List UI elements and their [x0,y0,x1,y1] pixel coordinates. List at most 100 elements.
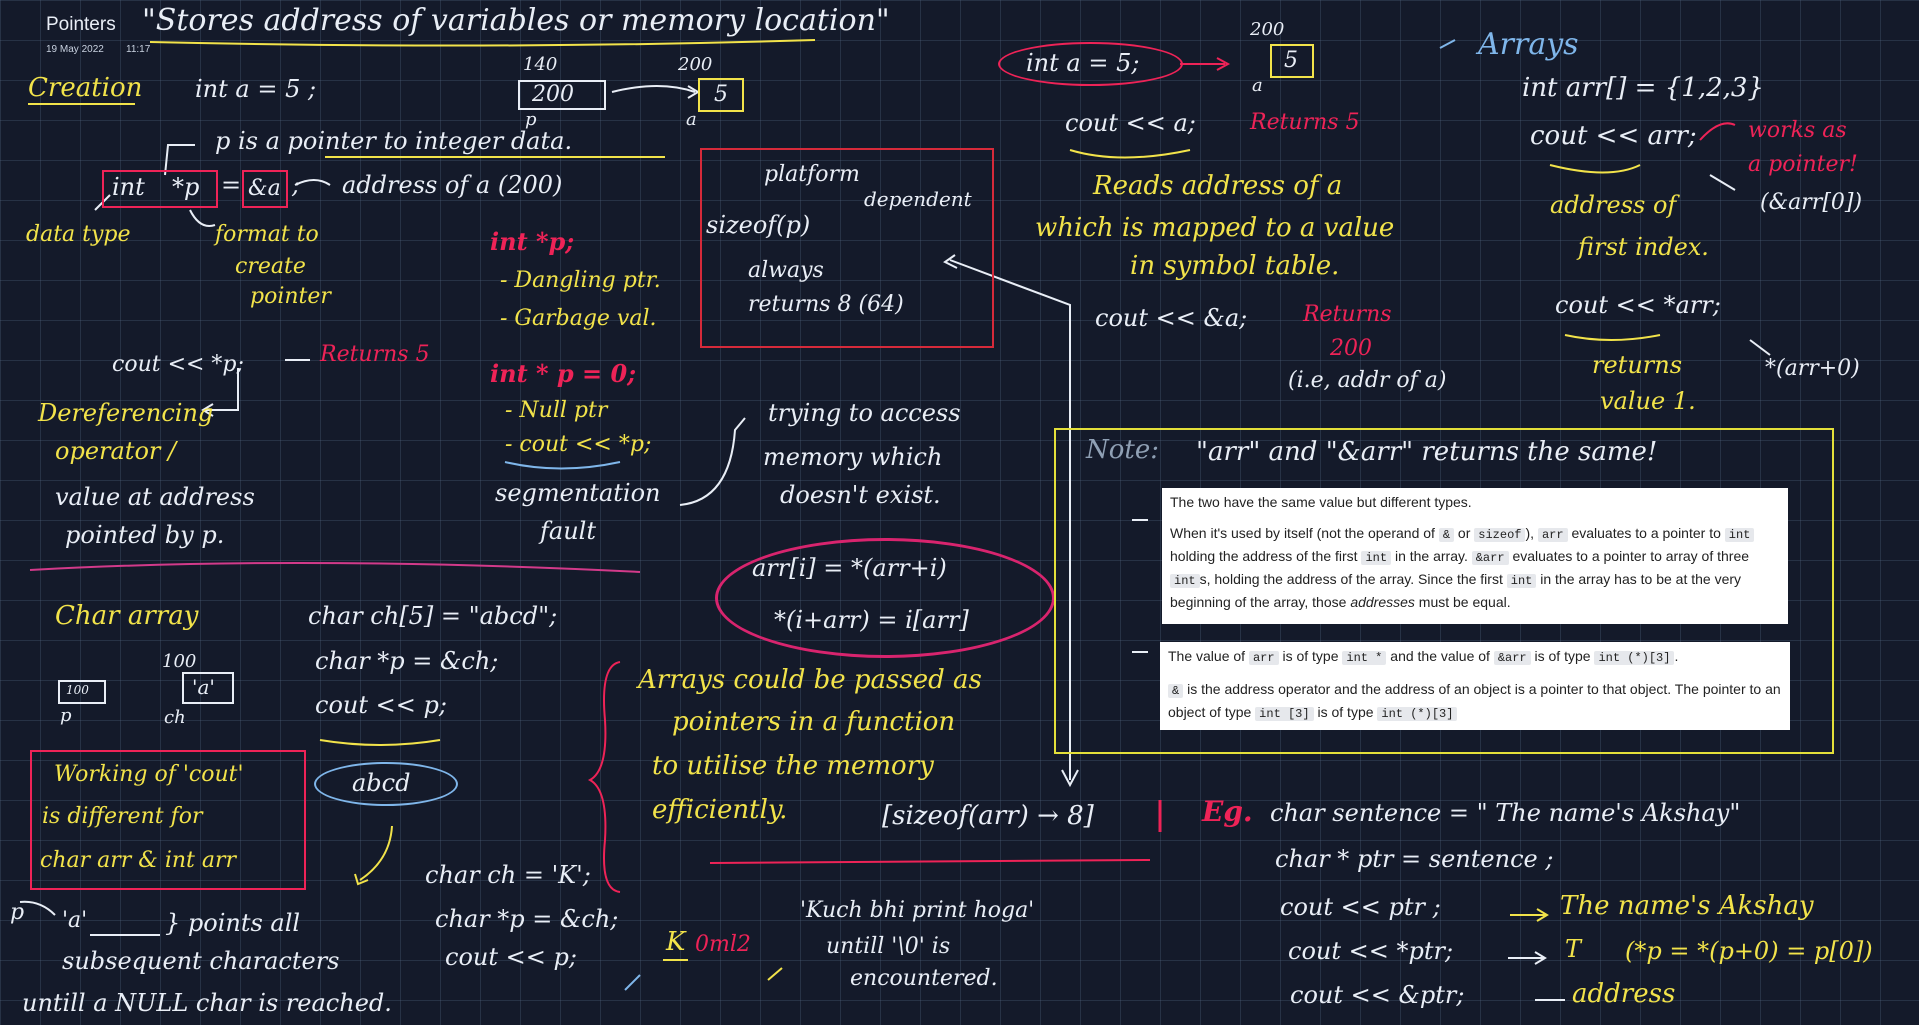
code-int-3: int [3] [1255,707,1314,721]
mem-addr-p: 140 [523,54,558,75]
cout-working-box: Working of 'cout' is different for char … [30,750,306,890]
example-l2: char * ptr = sentence ; [1275,845,1554,873]
format-note-3: pointer [250,284,331,309]
arrays-addr-2: first index. [1578,233,1709,261]
quote-text: in the array has to be at the very [1540,571,1742,587]
passing-l2: pointers in a function [672,707,956,737]
decl-ptr: *p [172,173,200,201]
cout-box-l2: is different for [42,804,203,829]
example-label: Eg. [1202,795,1253,828]
quote-2: The value of arr is of type int * and th… [1160,642,1790,730]
middle-box-a: 5 [1270,44,1314,78]
arrays-decl: int arr[] = {1,2,3} [1522,73,1764,103]
code-arr: arr [1248,651,1279,665]
quote-text: s, holding the address of the array. Sin… [1199,571,1503,587]
kuch-l2: untill '\0' is [826,934,951,959]
code-amparr: &arr [1493,651,1531,665]
null-b1: - Null ptr [505,398,608,423]
code-int: int [1724,528,1755,542]
pointer-note: p is a pointer to integer data. [215,127,573,155]
quote-text: holding the address of the first [1170,548,1358,564]
note-text: "arr" and "&arr" returns the same! [1196,437,1658,467]
char-box-p: 100 [58,680,106,704]
arrays-works-1: works as [1748,118,1847,143]
char-array-decl: char ch[5] = "abcd"; [308,602,558,630]
char-array-label: Char array [55,601,199,631]
decl-type: int [112,173,145,201]
points-l1: } points all [165,909,301,937]
quote-1-p1: The two have the same value but differen… [1170,494,1472,510]
arrays-eq2: *(arr+0) [1765,356,1860,381]
quote-emphasis: addresses [1350,594,1415,610]
mem-addr-a: 200 [678,54,713,75]
mem-box-a: 5 [698,78,744,112]
dangling-b2: - Garbage val. [500,306,657,331]
quote-text: beginning of the array, those [1170,594,1347,610]
mem-val-p: 200 [532,82,574,107]
decl-rhs: &a [248,176,281,201]
creation-label: Creation [28,73,143,103]
cout-box-l1: Working of 'cout' [54,762,244,787]
middle-r1: Reads address of a [1093,171,1343,201]
address-note: address of a (200) [342,171,563,199]
example-l4: cout << *ptr; [1288,937,1454,965]
code-int: int [1506,574,1537,588]
access-2: memory which [763,443,943,471]
title-note: "Stores address of variables or memory l… [142,3,890,38]
code-int: int [1170,574,1200,588]
code-amp: & [1168,684,1184,698]
arrays-addr-1: address of [1550,191,1677,219]
code-amparr: &arr [1471,551,1509,565]
quote-text: evaluates to a pointer to [1571,525,1721,541]
sizeof-l1: platform [764,162,860,187]
quote-text: is of type [1282,648,1339,664]
middle-cout: cout << a; [1065,109,1196,137]
middle-returns: Returns 5 [1250,110,1360,135]
middle-r3: in symbol table. [1130,251,1340,281]
quote-text: or [1457,525,1471,541]
example-l3: cout << ptr ; [1280,893,1441,921]
decl-box: int *p [102,170,218,208]
middle-ret2b: 200 [1330,336,1372,361]
sizeof-box: platform dependent sizeof(p) always retu… [700,148,994,348]
char-box-ch: 'a' [182,672,234,704]
quote-text: and the value of [1390,648,1490,664]
equiv-l2: *(i+arr) = i[arr] [774,606,969,634]
char-val-ch: 'a' [192,675,215,699]
dangling-stmt: int *p; [490,227,575,256]
equiv-ellipse: arr[i] = *(arr+i) *(i+arr) = i[arr] [715,538,1055,658]
deref-l4: pointed by p. [65,521,225,549]
sizeof-l4: always [748,258,824,283]
char-array-output: abcd [352,769,411,797]
code-amp: & [1438,528,1455,542]
quote-text: ), [1525,525,1535,541]
sizeof-l5: returns 8 (64) [748,292,904,317]
quote-text: . [1674,648,1679,664]
deref-stmt: cout << *p; [112,352,244,377]
passing-l1: Arrays could be passed as [638,665,982,695]
seg-fault-2: fault [540,517,596,545]
example-o3: The name's Akshay [1560,891,1814,921]
mem-box-p: 200 [518,80,606,110]
sizeof-l3: sizeof(p) [706,211,811,239]
example-o5: address [1572,979,1676,1009]
null-stmt: int * p = 0; [490,359,637,388]
access-3: doesn't exist. [780,481,941,509]
char-single-garbage: 0ml2 [695,932,751,957]
example-l1: char sentence = " The name's Akshay" [1270,799,1741,827]
decl-semicolon: ; [292,171,301,199]
points-l2: subsequent characters [62,947,340,975]
data-type-label: data type [26,222,131,247]
deref-returns: Returns 5 [320,342,430,367]
mem-val-a: 5 [714,82,728,107]
equiv-l1: arr[i] = *(arr+i) [752,554,947,582]
middle-ret2a: Returns [1303,302,1392,327]
middle-r2: which is mapped to a value [1035,213,1395,243]
code-int-arr-ptr: int (*)[3] [1594,651,1675,665]
char-name-p: p [60,705,72,726]
arrays-cout2: cout << *arr; [1555,291,1721,319]
quote-text: in the array. [1394,548,1468,564]
null-b2: - cout << *p; [505,432,652,457]
kuch-l3: encountered. [850,966,998,991]
int-a-ellipse: int a = 5; [998,42,1183,86]
